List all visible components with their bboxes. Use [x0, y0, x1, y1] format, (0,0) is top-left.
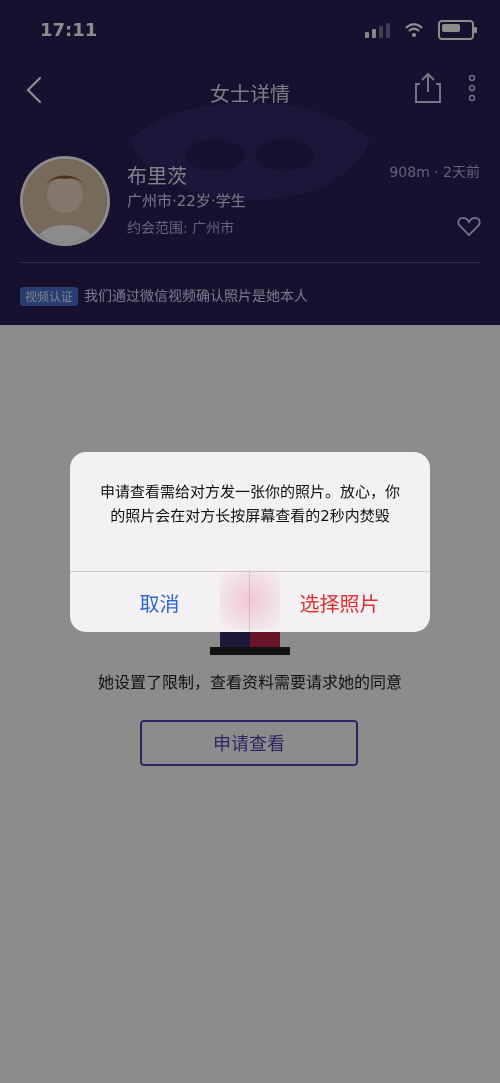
alert-message: 申请查看需给对方发一张你的照片。放心，你的照片会在对方长按屏幕查看的2秒内焚毁	[99, 483, 400, 525]
alert-dialog: 申请查看需给对方发一张你的照片。放心，你的照片会在对方长按屏幕查看的2秒内焚毁 …	[70, 452, 430, 632]
select-photo-button[interactable]: 选择照片	[250, 572, 429, 632]
cancel-button[interactable]: 取消	[70, 572, 249, 632]
